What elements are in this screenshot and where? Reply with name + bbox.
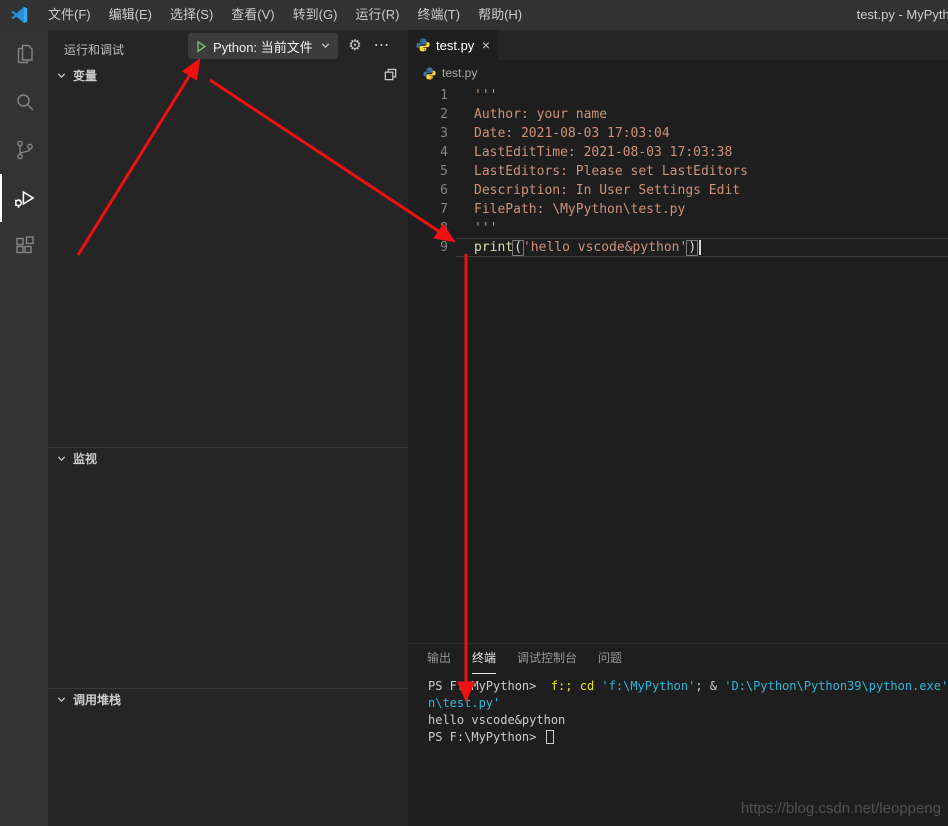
menu-item[interactable]: 文件(F) (39, 0, 100, 30)
debug-start-icon[interactable] (195, 40, 207, 53)
search-icon[interactable] (0, 78, 48, 126)
window-title: test.py - MyPytho (857, 0, 948, 30)
variables-section-label: 变量 (73, 67, 97, 84)
code-line: 7 FilePath: \MyPython\test.py (408, 200, 948, 219)
code-token: print (474, 240, 513, 255)
terminal-line: PS F:\MyPython> f:; cd 'f:\MyPython'; & … (428, 678, 948, 695)
panel-tab[interactable]: 输出 (427, 645, 451, 674)
code-line: 8 ''' (408, 219, 948, 238)
menu-item[interactable]: 编辑(E) (100, 0, 161, 30)
terminal-text: PS F:\MyPython> (428, 679, 551, 693)
code-token: 'hello vscode&python' (523, 240, 687, 255)
breadcrumb[interactable]: test.py (408, 60, 948, 86)
menu-item[interactable]: 帮助(H) (469, 0, 531, 30)
run-and-debug-icon[interactable] (0, 174, 48, 222)
line-number: 7 (408, 200, 456, 219)
run-debug-sidebar: 运行和调试 Python: 当前文件 ⚙ ⋯ 变量 监视 调用堆栈 (48, 30, 408, 826)
line-number: 5 (408, 162, 456, 181)
code-token: Date: 2021-08-03 17:03:04 (474, 126, 670, 141)
code-token: ''' (474, 88, 497, 103)
panel-tab[interactable]: 调试控制台 (517, 645, 577, 674)
python-file-icon (423, 67, 436, 80)
call-stack-section-label: 调用堆栈 (73, 691, 121, 708)
python-file-icon (416, 38, 430, 52)
terminal-text: f:; (551, 679, 580, 693)
editor-group: test.py × test.py 1 ''' 2 Author: your name… (408, 30, 948, 643)
line-number: 8 (408, 219, 456, 238)
chevron-down-icon (56, 453, 67, 464)
editor-tab-bar: test.py × (408, 30, 948, 60)
code-token: LastEditTime: 2021-08-03 17:03:38 (474, 145, 732, 160)
terminal-line: PS F:\MyPython> (428, 729, 948, 746)
line-number: 2 (408, 105, 456, 124)
line-number: 1 (408, 86, 456, 105)
terminal-text: cd (580, 679, 602, 693)
code-token: FilePath: \MyPython\test.py (474, 202, 685, 217)
terminal-cursor (546, 730, 554, 744)
chevron-down-icon (56, 70, 67, 81)
chevron-down-icon (56, 694, 67, 705)
chevron-down-icon (320, 39, 331, 54)
more-actions-icon[interactable]: ⋯ (370, 33, 394, 59)
terminal-text: n\test.py' (428, 696, 500, 710)
call-stack-section-header[interactable]: 调用堆栈 (48, 688, 408, 710)
debug-config-dropdown[interactable]: Python: 当前文件 (188, 33, 338, 59)
panel-tab[interactable]: 终端 (472, 645, 496, 674)
terminal-line: n\test.py' (428, 695, 948, 712)
code-line: 4 LastEditTime: 2021-08-03 17:03:38 (408, 143, 948, 162)
panel-tab[interactable]: 问题 (598, 645, 622, 674)
source-control-icon[interactable] (0, 126, 48, 174)
menu-item[interactable]: 查看(V) (222, 0, 283, 30)
terminal-line: hello vscode&python (428, 712, 948, 729)
tab-label: test.py (436, 38, 474, 53)
activity-bar (0, 30, 48, 826)
variables-section-header[interactable]: 变量 (48, 64, 408, 86)
menu-item[interactable]: 转到(G) (284, 0, 347, 30)
code-line: 5 LastEditors: Please set LastEditors (408, 162, 948, 181)
terminal-text: 'D:\Python\Python39\python.exe' (724, 679, 948, 693)
menu-bar: 文件(F)编辑(E)选择(S)查看(V)转到(G)运行(R)终端(T)帮助(H) (39, 0, 531, 30)
terminal-text: ; & (695, 679, 724, 693)
menu-item[interactable]: 运行(R) (346, 0, 408, 30)
code-line: 6 Description: In User Settings Edit (408, 181, 948, 200)
watch-section-header[interactable]: 监视 (48, 447, 408, 469)
gear-icon[interactable]: ⚙ (343, 33, 367, 59)
breadcrumb-file: test.py (442, 66, 477, 80)
editor-group-icon[interactable] (383, 67, 398, 82)
line-number: 9 (408, 238, 456, 257)
terminal-text: hello vscode&python (428, 713, 565, 727)
extensions-icon[interactable] (0, 222, 48, 270)
watch-section-label: 监视 (73, 450, 97, 467)
code-line: 3 Date: 2021-08-03 17:03:04 (408, 124, 948, 143)
debug-config-label: Python: 当前文件 (213, 37, 313, 56)
code-token: Description: In User Settings Edit (474, 183, 740, 198)
line-number: 4 (408, 143, 456, 162)
vscode-logo-icon (9, 5, 29, 25)
code-line: 9print('hello vscode&python') (408, 238, 948, 257)
menu-item[interactable]: 选择(S) (161, 0, 222, 30)
terminal-text: 'f:\MyPython' (601, 679, 695, 693)
code-line: 1 ''' (408, 86, 948, 105)
code-token: LastEditors: Please set LastEditors (474, 164, 748, 179)
code-line: 2 Author: your name (408, 105, 948, 124)
code-token: Author: your name (474, 107, 607, 122)
terminal-text: PS F:\MyPython> (428, 730, 544, 744)
watermark: https://blog.csdn.net/leoppeng (741, 800, 941, 817)
text-cursor (699, 240, 701, 255)
menu-item[interactable]: 终端(T) (408, 0, 469, 30)
explorer-icon[interactable] (0, 30, 48, 78)
code-token: ) (686, 240, 698, 256)
terminal[interactable]: PS F:\MyPython> f:; cd 'f:\MyPython'; & … (408, 674, 948, 746)
title-bar: 文件(F)编辑(E)选择(S)查看(V)转到(G)运行(R)终端(T)帮助(H)… (0, 0, 948, 30)
code-token: ''' (474, 221, 497, 236)
bottom-panel: 输出终端调试控制台问题 PS F:\MyPython> f:; cd 'f:\M… (408, 643, 948, 826)
line-number: 6 (408, 181, 456, 200)
close-icon[interactable]: × (482, 38, 490, 52)
tab-test-py[interactable]: test.py × (408, 30, 498, 60)
panel-tabs: 输出终端调试控制台问题 (408, 644, 948, 674)
code-editor[interactable]: 1 ''' 2 Author: your name 3 Date: 2021-08-03 … (408, 86, 948, 257)
line-number: 3 (408, 124, 456, 143)
sidebar-title: 运行和调试 (64, 41, 124, 58)
